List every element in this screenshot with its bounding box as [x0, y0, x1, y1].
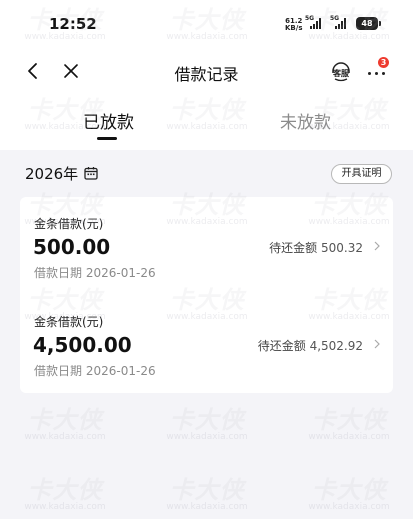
loan-item[interactable]: 金条借款(元) 4,500.00 借款日期 2026-01-26 待还金额 4,… [20, 295, 393, 393]
watermark: 卡大侠www.kadaxia.com [166, 476, 248, 512]
due-label: 待还金额 [257, 339, 306, 353]
loan-date-value: 2026-01-26 [85, 364, 156, 378]
loan-list-card: 金条借款(元) 500.00 借款日期 2026-01-26 待还金额 500.… [20, 197, 393, 393]
watermark: 卡大侠www.kadaxia.com [308, 406, 390, 442]
tab-not-released[interactable]: 未放款 [280, 108, 331, 133]
more-dots-icon [368, 72, 371, 75]
due-value: 500.32 [321, 241, 363, 255]
chevron-right-icon [374, 241, 380, 251]
loan-type-label: 金条借款(元) [34, 217, 104, 231]
calendar-icon[interactable] [84, 166, 98, 180]
loan-amount: 500.00 [33, 235, 111, 259]
battery-icon: 48 [356, 17, 381, 30]
net-speed-unit: KB/s [285, 24, 303, 32]
signal-2-label: 5G [330, 15, 340, 22]
watermark: 卡大侠www.kadaxia.com [24, 406, 106, 442]
signal-icon: 5G [330, 15, 348, 29]
loan-date: 借款日期 2026-01-26 [34, 362, 156, 379]
due-value: 4,502.92 [309, 339, 363, 353]
chevron-right-icon [374, 339, 380, 349]
watermark: 卡大侠www.kadaxia.com [24, 476, 106, 512]
issue-certificate-button[interactable]: 开具证明 [331, 164, 392, 184]
status-time: 12:52 [49, 15, 97, 33]
loan-date: 借款日期 2026-01-26 [34, 264, 156, 281]
year-label: 2026年 [25, 165, 79, 183]
service-label: 客服 [333, 69, 349, 78]
loan-item[interactable]: 金条借款(元) 500.00 借款日期 2026-01-26 待还金额 500.… [20, 197, 393, 295]
watermark: 卡大侠www.kadaxia.com [166, 406, 248, 442]
due-amount: 待还金额 4,502.92 [258, 337, 363, 354]
loan-date-label: 借款日期 [34, 266, 83, 280]
signal-icon: 5G [305, 15, 323, 29]
active-tab-indicator [97, 137, 117, 140]
customer-service-button[interactable]: 客服 [328, 59, 354, 85]
watermark: 卡大侠www.kadaxia.com [308, 476, 390, 512]
due-label: 待还金额 [269, 241, 318, 255]
due-amount: 待还金额 500.32 [269, 239, 363, 256]
net-speed: 61.2 KB/s [285, 18, 302, 32]
loan-amount: 4,500.00 [33, 333, 132, 357]
loan-type-label: 金条借款(元) [34, 315, 104, 329]
signal-1-label: 5G [305, 15, 315, 22]
notification-badge: 3 [378, 57, 389, 68]
loan-date-value: 2026-01-26 [85, 266, 156, 280]
tab-released[interactable]: 已放款 [83, 108, 134, 133]
loan-date-label: 借款日期 [34, 364, 83, 378]
